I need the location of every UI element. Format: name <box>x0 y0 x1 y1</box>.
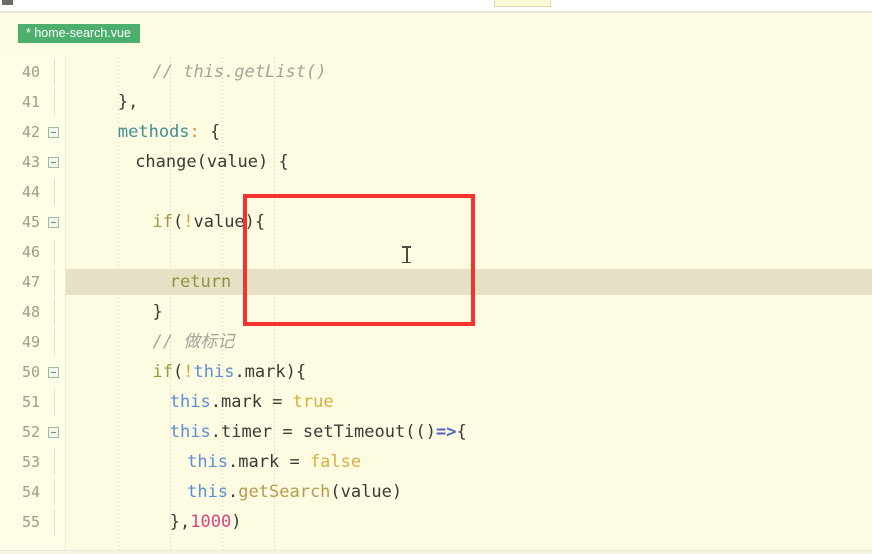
line-number: 43 <box>0 147 66 177</box>
code-line[interactable] <box>66 237 872 267</box>
code-line[interactable]: },1000) <box>66 507 872 537</box>
top-chrome-chip <box>494 0 551 7</box>
code-token: getSearch <box>238 482 331 502</box>
line-number-gutter: 40 41 42 43 44 45 46 47 48 49 50 51 52 53 54 55 <box>0 57 66 554</box>
code-token: } <box>152 302 163 322</box>
gutter-indent-tick <box>54 329 55 355</box>
gutter-indent-tick <box>54 509 55 535</box>
line-number: 54 <box>0 477 66 507</box>
code-token: : <box>189 122 200 142</box>
code-token: }, <box>117 92 139 112</box>
code-line[interactable]: // this.getList() <box>66 57 872 87</box>
code-token: this <box>169 392 211 412</box>
code-line[interactable]: this.mark = false <box>66 447 872 477</box>
code-token: return <box>169 272 232 292</box>
code-token: true <box>292 392 334 412</box>
line-number: 55 <box>0 507 66 537</box>
code-token: this <box>187 452 229 472</box>
code-token: .mark = <box>210 392 293 412</box>
line-number: 46 <box>0 237 66 267</box>
code-line[interactable]: if(!value){ <box>66 207 872 237</box>
code-content-area[interactable]: // this.getList()}, methods: {change(valu… <box>66 57 872 554</box>
line-number: 49 <box>0 327 66 357</box>
gutter-indent-tick <box>54 239 55 265</box>
gutter-indent-tick <box>54 179 55 205</box>
tab-home-search-vue[interactable]: * home-search.vue <box>18 24 140 43</box>
code-token: . <box>228 482 239 502</box>
line-number: 50 <box>0 357 66 387</box>
code-token: ( <box>172 212 184 232</box>
code-line[interactable]: }, <box>66 87 872 117</box>
gutter-indent-tick <box>54 449 55 475</box>
editor-tab-bar: * home-search.vue <box>0 13 872 45</box>
line-number: 47 <box>0 267 66 297</box>
fold-collapse-icon[interactable] <box>48 367 59 378</box>
code-token: if <box>152 212 173 232</box>
code-token: this <box>193 362 235 382</box>
line-number: 40 <box>0 57 66 87</box>
code-line[interactable]: change(value) { <box>66 147 872 177</box>
code-token: (value) <box>330 482 403 502</box>
line-number: 51 <box>0 387 66 417</box>
fold-collapse-icon[interactable] <box>48 127 59 138</box>
code-line[interactable] <box>66 177 872 207</box>
gutter-indent-tick <box>54 479 55 505</box>
line-number: 53 <box>0 447 66 477</box>
line-number: 41 <box>0 87 66 117</box>
line-number-list: 40 41 42 43 44 45 46 47 48 49 50 51 52 53 54 55 <box>0 57 66 537</box>
top-chrome-nub-icon <box>2 0 13 5</box>
code-token: ! <box>183 212 194 232</box>
code-line[interactable]: this.mark = true <box>66 387 872 417</box>
code-token: => <box>435 422 457 442</box>
code-token: change <box>135 152 197 172</box>
code-token: }, <box>169 512 191 532</box>
line-number: 52 <box>0 417 66 447</box>
line-number: 48 <box>0 297 66 327</box>
code-token: value){ <box>193 212 266 232</box>
gutter-indent-tick <box>54 59 55 85</box>
line-number: 45 <box>0 207 66 237</box>
code-token: if <box>152 362 173 382</box>
fold-collapse-icon[interactable] <box>48 217 59 228</box>
code-token: 1000 <box>190 512 232 532</box>
gutter-indent-tick <box>54 269 55 295</box>
gutter-indent-tick <box>54 299 55 325</box>
code-line-list: // this.getList()}, methods: {change(valu… <box>66 57 872 537</box>
code-token: ( <box>172 362 184 382</box>
gutter-indent-tick <box>54 89 55 115</box>
code-token: { <box>199 122 221 142</box>
code-line[interactable]: this.getSearch(value) <box>66 477 872 507</box>
code-line[interactable]: this.timer = setTimeout(()=>{ <box>66 417 872 447</box>
code-token: methods <box>117 122 190 142</box>
code-token: ! <box>183 362 194 382</box>
code-line[interactable]: } <box>66 297 872 327</box>
editor-bottom-edge <box>0 550 872 554</box>
code-editor-window: * home-search.vue 40 41 42 43 44 45 46 47 48 49 50… <box>0 12 872 554</box>
code-token: setTimeout <box>302 422 406 442</box>
code-token: (() <box>405 422 436 442</box>
fold-collapse-icon[interactable] <box>48 427 59 438</box>
code-line[interactable]: // 做标记 <box>66 327 872 357</box>
line-number: 44 <box>0 177 66 207</box>
code-token: false <box>309 452 362 472</box>
fold-collapse-icon[interactable] <box>48 157 59 168</box>
screenshot-root: * home-search.vue 40 41 42 43 44 45 46 47 48 49 50… <box>0 0 872 554</box>
code-token: this <box>169 422 211 442</box>
code-token: .timer = <box>210 422 303 442</box>
code-token: // this.getList() <box>152 62 327 82</box>
code-token: .mark = <box>228 452 310 472</box>
code-token: { <box>456 422 467 442</box>
line-number: 42 <box>0 117 66 147</box>
code-line[interactable]: if(!this.mark){ <box>66 357 872 387</box>
code-token: (value) { <box>196 152 289 172</box>
code-token: .mark){ <box>234 362 307 382</box>
top-chrome-strip <box>0 0 872 12</box>
code-token: this <box>187 482 229 502</box>
code-token: ) <box>231 512 242 532</box>
gutter-indent-tick <box>54 389 55 415</box>
code-token: // 做标记 <box>152 332 235 352</box>
code-line[interactable]: methods: { <box>66 117 872 147</box>
code-line[interactable]: return <box>66 267 872 297</box>
